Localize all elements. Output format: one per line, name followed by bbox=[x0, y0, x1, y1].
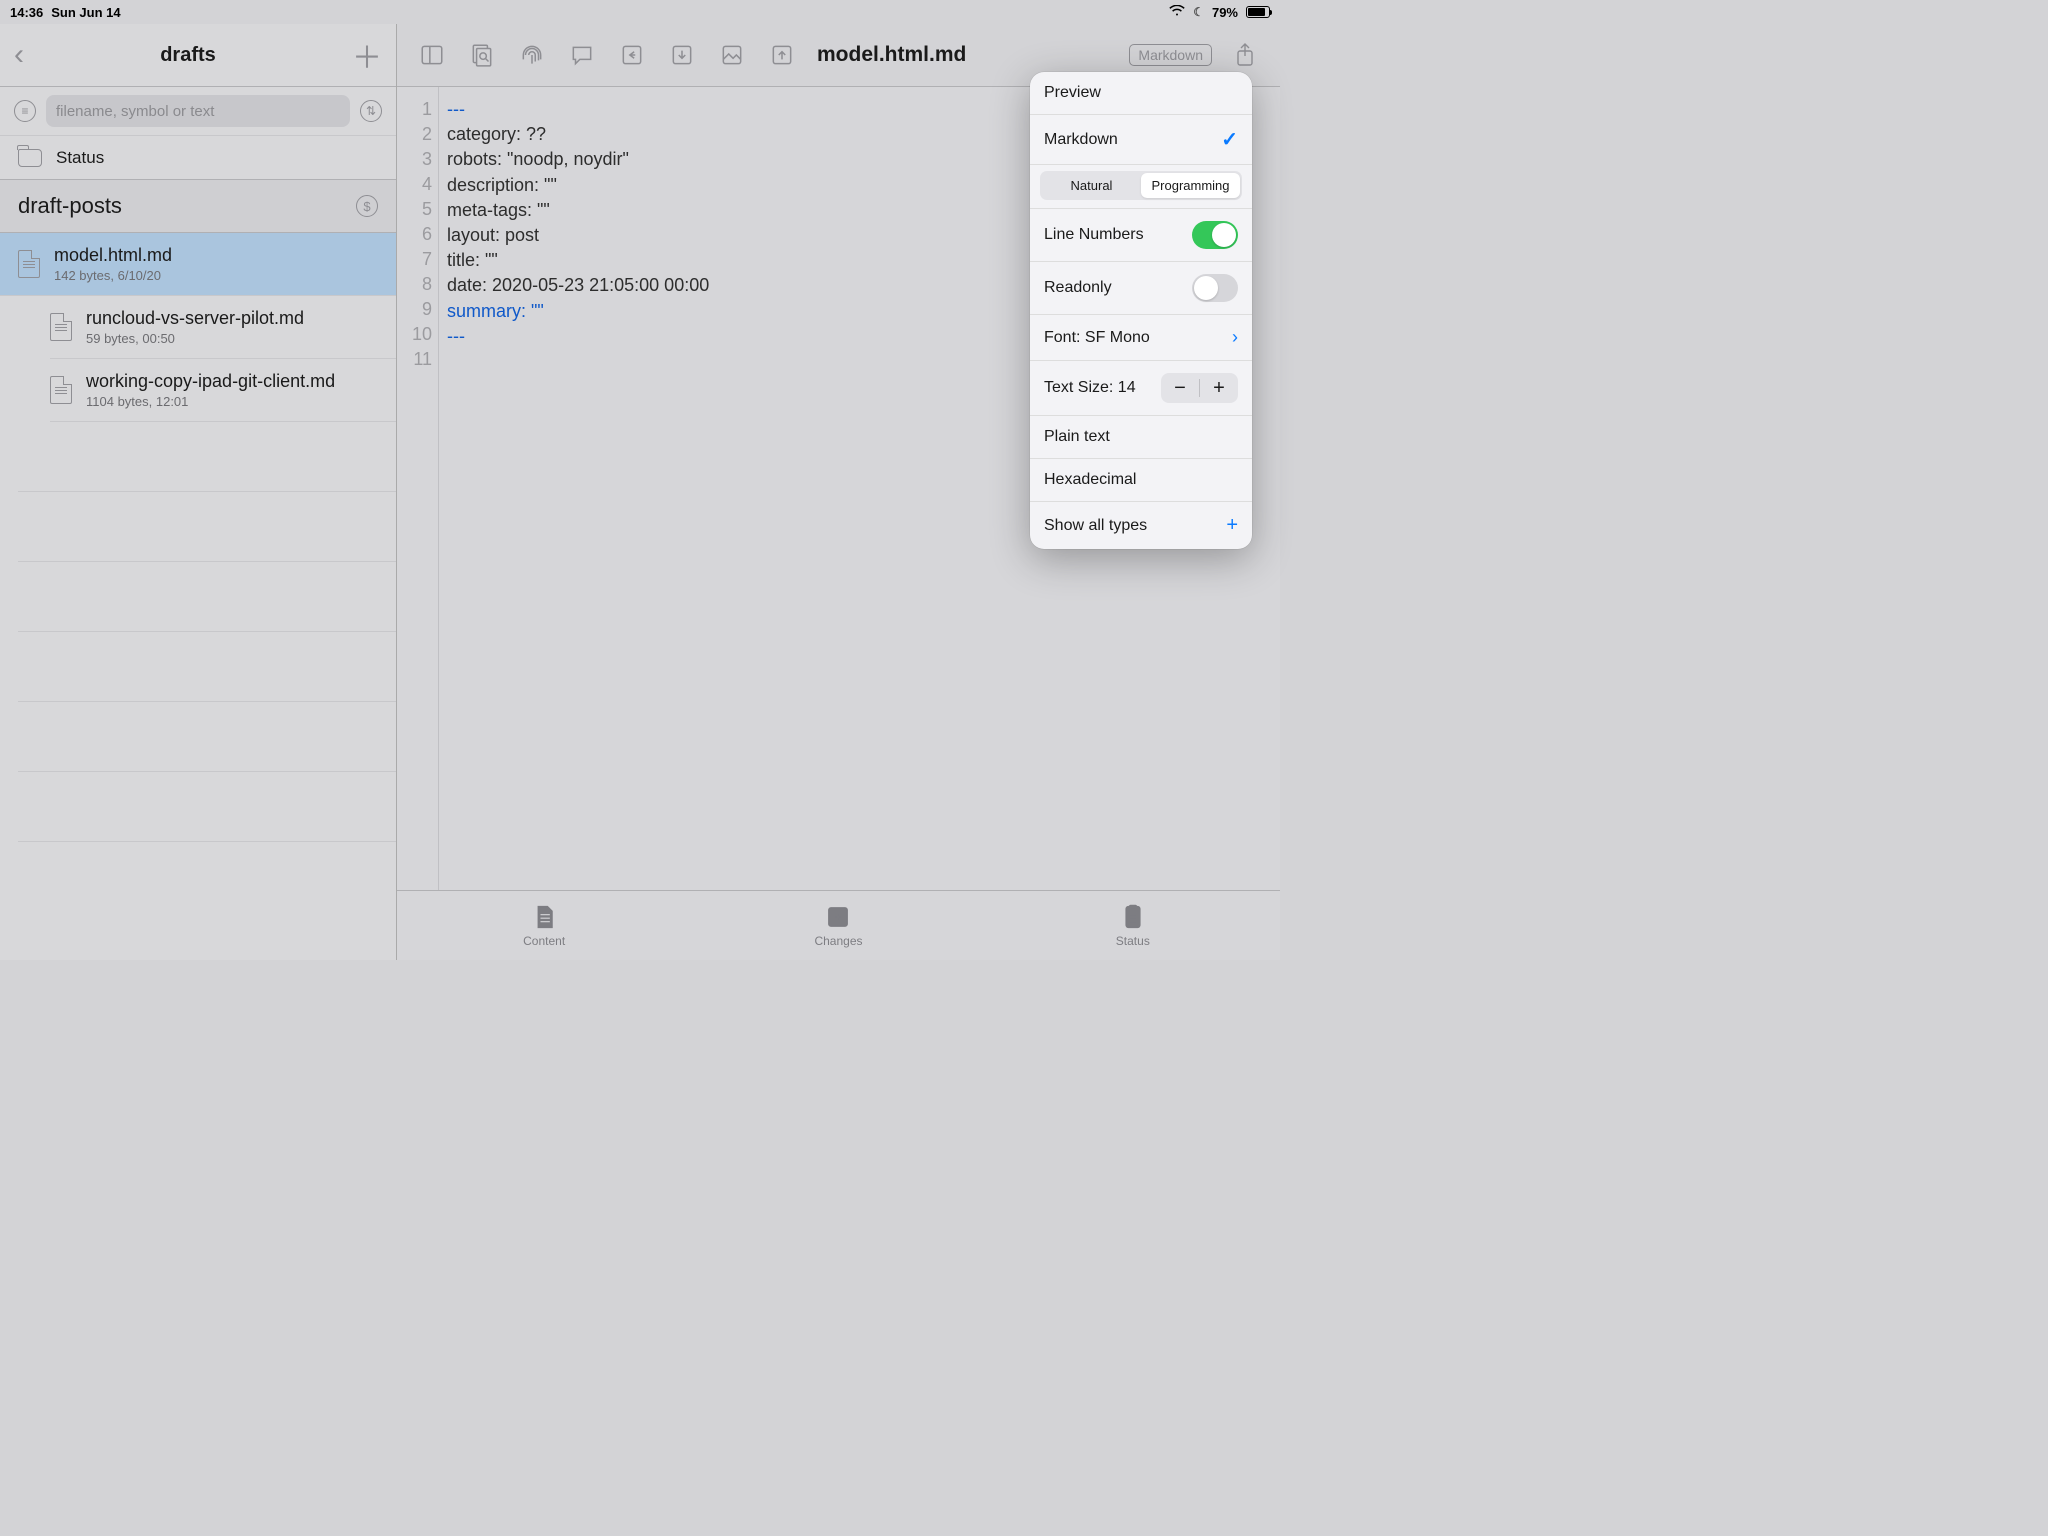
sidebar-toggle-icon[interactable] bbox=[409, 35, 455, 75]
markdown-row[interactable]: Markdown ✓ bbox=[1030, 115, 1252, 165]
file-name: working-copy-ipad-git-client.md bbox=[86, 371, 335, 392]
syntax-badge[interactable]: Markdown bbox=[1129, 44, 1212, 66]
tab-label: Content bbox=[523, 934, 565, 948]
battery-percent: 79% bbox=[1212, 5, 1238, 20]
current-filename: model.html.md bbox=[817, 43, 1125, 67]
line-numbers-switch[interactable] bbox=[1192, 221, 1238, 249]
fingerprint-icon[interactable] bbox=[509, 35, 555, 75]
refresh-icon[interactable]: $ bbox=[356, 195, 378, 217]
preview-label: Preview bbox=[1044, 84, 1101, 102]
tab-status[interactable]: Status bbox=[986, 891, 1280, 960]
status-row[interactable]: Status bbox=[0, 135, 396, 179]
text-size-stepper[interactable]: − + bbox=[1161, 373, 1238, 403]
clock: 14:36 bbox=[10, 5, 43, 20]
dnd-moon-icon: ☾ bbox=[1193, 5, 1204, 19]
file-icon bbox=[50, 313, 72, 341]
empty-row bbox=[18, 702, 396, 772]
font-row[interactable]: Font: SF Mono › bbox=[1030, 315, 1252, 361]
plain-text-label: Plain text bbox=[1044, 428, 1110, 446]
tab-content[interactable]: Content bbox=[397, 891, 691, 960]
empty-row bbox=[18, 562, 396, 632]
section-title: draft-posts bbox=[18, 193, 122, 219]
search-in-files-icon[interactable] bbox=[459, 35, 505, 75]
battery-icon bbox=[1246, 6, 1270, 18]
file-name: runcloud-vs-server-pilot.md bbox=[86, 308, 304, 329]
status-label: Status bbox=[56, 148, 104, 168]
download-icon[interactable] bbox=[659, 35, 705, 75]
filter-icon[interactable]: ≡ bbox=[14, 100, 36, 122]
tab-changes[interactable]: Changes bbox=[691, 891, 985, 960]
file-item[interactable]: runcloud-vs-server-pilot.md 59 bytes, 00… bbox=[50, 296, 396, 359]
bottom-tab-bar: Content Changes Status bbox=[397, 890, 1280, 960]
date: Sun Jun 14 bbox=[51, 5, 120, 20]
increase-button[interactable]: + bbox=[1200, 373, 1238, 403]
readonly-switch[interactable] bbox=[1192, 274, 1238, 302]
empty-row bbox=[18, 422, 396, 492]
hex-label: Hexadecimal bbox=[1044, 471, 1136, 489]
sidebar-title: drafts bbox=[160, 44, 216, 67]
text-size-label: Text Size: 14 bbox=[1044, 379, 1136, 397]
wifi-icon bbox=[1169, 5, 1185, 20]
upload-icon[interactable] bbox=[759, 35, 805, 75]
file-name: model.html.md bbox=[54, 245, 172, 266]
decrease-button[interactable]: − bbox=[1161, 373, 1199, 403]
view-options-popover: Preview Markdown ✓ Natural Programming L… bbox=[1030, 72, 1252, 549]
comment-icon[interactable] bbox=[559, 35, 605, 75]
line-numbers-label: Line Numbers bbox=[1044, 226, 1144, 244]
file-icon bbox=[50, 376, 72, 404]
search-input[interactable] bbox=[46, 95, 350, 127]
readonly-row[interactable]: Readonly bbox=[1030, 262, 1252, 315]
markdown-label: Markdown bbox=[1044, 131, 1118, 149]
line-numbers-row[interactable]: Line Numbers bbox=[1030, 209, 1252, 262]
show-all-types-row[interactable]: Show all types + bbox=[1030, 502, 1252, 549]
share-icon[interactable] bbox=[1222, 35, 1268, 75]
font-label: Font: SF Mono bbox=[1044, 329, 1150, 347]
seg-natural[interactable]: Natural bbox=[1042, 173, 1141, 198]
file-list: model.html.md 142 bytes, 6/10/20 runclou… bbox=[0, 233, 396, 960]
empty-row bbox=[18, 492, 396, 562]
tab-label: Status bbox=[1116, 934, 1150, 948]
readonly-label: Readonly bbox=[1044, 279, 1112, 297]
code-content[interactable]: --- category: ?? robots: "noodp, noydir"… bbox=[439, 87, 709, 890]
keyboard-segment[interactable]: Natural Programming bbox=[1040, 171, 1242, 200]
undo-icon[interactable] bbox=[609, 35, 655, 75]
chevron-right-icon: › bbox=[1232, 327, 1238, 348]
seg-programming[interactable]: Programming bbox=[1141, 173, 1240, 198]
plain-text-row[interactable]: Plain text bbox=[1030, 416, 1252, 459]
add-button[interactable]: ＋ bbox=[352, 33, 382, 77]
file-icon bbox=[18, 250, 40, 278]
empty-row bbox=[18, 632, 396, 702]
section-header[interactable]: draft-posts $ bbox=[0, 179, 396, 233]
file-meta: 59 bytes, 00:50 bbox=[86, 331, 304, 346]
sidebar: ‹ drafts ＋ ≡ ⇅ Status draft-posts $ mode… bbox=[0, 24, 397, 960]
line-gutter: 1234567891011 bbox=[397, 87, 439, 890]
empty-row bbox=[18, 772, 396, 842]
status-bar: 14:36 Sun Jun 14 ☾ 79% bbox=[0, 0, 1280, 24]
file-meta: 1104 bytes, 12:01 bbox=[86, 394, 335, 409]
text-size-row: Text Size: 14 − + bbox=[1030, 361, 1252, 416]
preview-row[interactable]: Preview bbox=[1030, 72, 1252, 115]
file-meta: 142 bytes, 6/10/20 bbox=[54, 268, 172, 283]
file-item[interactable]: model.html.md 142 bytes, 6/10/20 bbox=[0, 233, 396, 296]
plus-icon[interactable]: + bbox=[1226, 514, 1238, 537]
check-icon: ✓ bbox=[1221, 127, 1238, 152]
file-item[interactable]: working-copy-ipad-git-client.md 1104 byt… bbox=[50, 359, 396, 422]
folder-icon bbox=[18, 149, 42, 167]
hexadecimal-row[interactable]: Hexadecimal bbox=[1030, 459, 1252, 502]
back-button[interactable]: ‹ bbox=[14, 38, 24, 72]
sort-icon[interactable]: ⇅ bbox=[360, 100, 382, 122]
tab-label: Changes bbox=[814, 934, 862, 948]
show-all-label: Show all types bbox=[1044, 517, 1147, 535]
image-icon[interactable] bbox=[709, 35, 755, 75]
